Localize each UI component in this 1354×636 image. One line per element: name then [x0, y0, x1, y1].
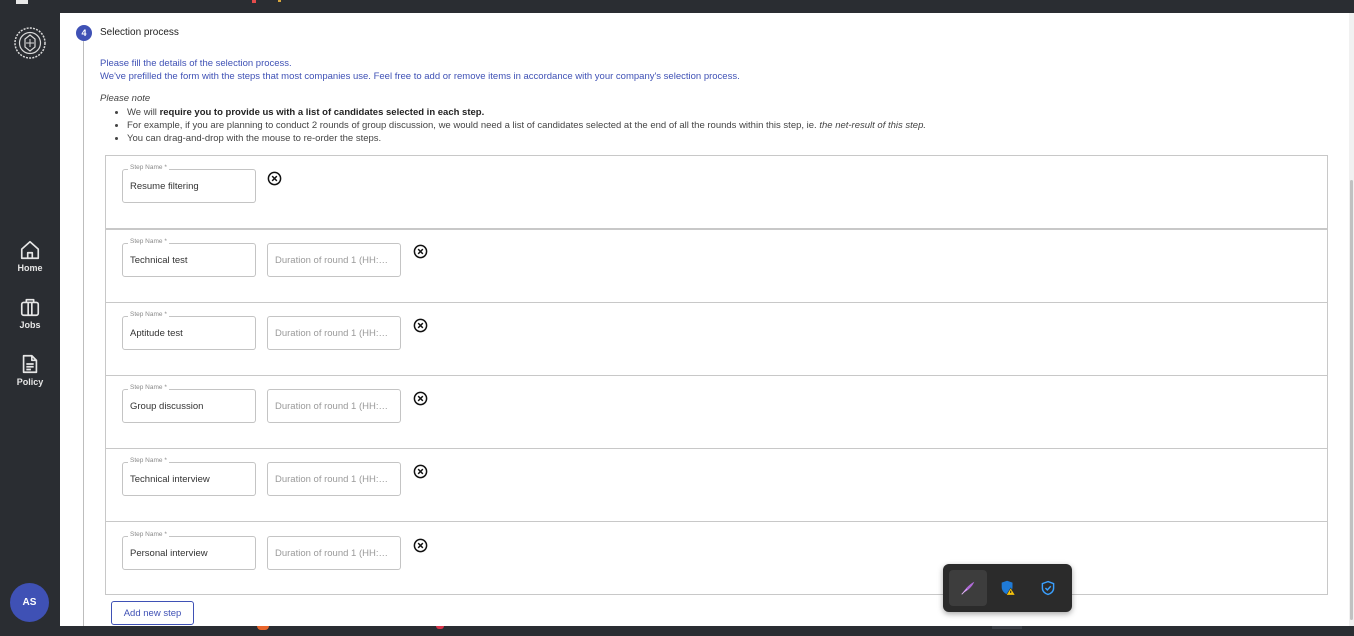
step-name-value: Resume filtering	[130, 181, 199, 192]
remove-step-button[interactable]	[413, 538, 428, 553]
note-text: We will	[127, 107, 160, 118]
avatar[interactable]: AS	[10, 583, 49, 622]
taskbar-app-icon[interactable]	[257, 626, 269, 630]
briefcase-icon	[20, 298, 40, 317]
add-new-step-button[interactable]: Add new step	[111, 601, 194, 625]
sidebar-item-jobs[interactable]: Jobs	[0, 296, 60, 330]
step-name-label: Step Name *	[128, 311, 169, 318]
step-card[interactable]: Step Name * Technical test Duration of r…	[105, 229, 1328, 303]
sidebar: Home Jobs Policy AS	[0, 13, 60, 626]
note-item: For example, if you are planning to cond…	[127, 119, 926, 132]
sidebar-item-label: Policy	[16, 377, 44, 387]
top-bar-accent	[252, 0, 256, 3]
step-card[interactable]: Step Name * Resume filtering	[105, 155, 1328, 229]
step-number-badge: 4	[76, 25, 92, 41]
close-circle-icon	[413, 318, 428, 333]
remove-step-button[interactable]	[413, 464, 428, 479]
document-icon	[22, 354, 38, 374]
note-title: Please note	[100, 93, 151, 104]
step-name-field[interactable]: Step Name * Aptitude test	[122, 311, 256, 350]
sidebar-item-label: Jobs	[19, 320, 41, 330]
taskbar	[0, 626, 1354, 636]
step-card[interactable]: Step Name * Technical interview Duration…	[105, 448, 1328, 522]
intro-line-2: We've prefilled the form with the steps …	[100, 71, 740, 82]
intro-line-1: Please fill the details of the selection…	[100, 58, 292, 69]
section-title: Selection process	[100, 27, 179, 38]
remove-step-button[interactable]	[267, 171, 282, 186]
remove-step-button[interactable]	[413, 318, 428, 333]
institute-seal-logo[interactable]	[13, 26, 47, 60]
quill-icon	[961, 581, 975, 595]
step-name-label: Step Name *	[128, 457, 169, 464]
step-name-field[interactable]: Step Name * Personal interview	[122, 531, 256, 570]
sidebar-item-policy[interactable]: Policy	[0, 353, 60, 387]
duration-placeholder: Duration of round 1 (HH:MM)	[275, 255, 395, 266]
duration-placeholder: Duration of round 1 (HH:MM)	[275, 401, 395, 412]
taskbar-app-icon[interactable]	[436, 626, 444, 629]
shield-warning-extension-button[interactable]	[989, 570, 1027, 606]
step-name-value: Technical interview	[130, 474, 210, 485]
step-card[interactable]: Step Name * Personal interview Duration …	[105, 521, 1328, 595]
close-circle-icon	[267, 171, 282, 186]
note-list: We will require you to provide us with a…	[127, 106, 926, 145]
shield-warning-icon	[1001, 580, 1016, 596]
note-emphasis: the net-result of this step.	[819, 120, 927, 131]
duration-field[interactable]: Duration of round 1 (HH:MM)	[267, 389, 401, 423]
stepper-connector	[83, 41, 84, 626]
duration-placeholder: Duration of round 1 (HH:MM)	[275, 328, 395, 339]
close-circle-icon	[413, 391, 428, 406]
main-content: 4 Selection process Please fill the deta…	[60, 13, 1354, 626]
remove-step-button[interactable]	[413, 244, 428, 259]
note-emphasis: require you to provide us with a list of…	[159, 107, 485, 118]
duration-placeholder: Duration of round 1 (HH:MM)	[275, 474, 395, 485]
duration-placeholder: Duration of round 1 (HH:MM)	[275, 548, 395, 559]
home-icon	[20, 240, 40, 260]
step-card[interactable]: Step Name * Group discussion Duration of…	[105, 375, 1328, 449]
step-name-label: Step Name *	[128, 384, 169, 391]
extension-popup	[943, 564, 1072, 612]
step-name-value: Group discussion	[130, 401, 204, 412]
close-circle-icon	[413, 538, 428, 553]
duration-field[interactable]: Duration of round 1 (HH:MM)	[267, 536, 401, 570]
step-name-value: Aptitude test	[130, 328, 183, 339]
duration-field[interactable]: Duration of round 1 (HH:MM)	[267, 243, 401, 277]
sidebar-item-home[interactable]: Home	[0, 239, 60, 273]
note-text: For example, if you are planning to cond…	[127, 120, 820, 131]
quill-extension-button[interactable]	[949, 570, 987, 606]
step-card[interactable]: Step Name * Aptitude test Duration of ro…	[105, 302, 1328, 376]
shield-check-icon	[1041, 580, 1055, 596]
step-name-field[interactable]: Step Name * Technical interview	[122, 457, 256, 496]
step-name-value: Technical test	[130, 255, 188, 266]
step-name-value: Personal interview	[130, 548, 208, 559]
top-bar-mark	[16, 0, 28, 4]
duration-field[interactable]: Duration of round 1 (HH:MM)	[267, 462, 401, 496]
step-name-label: Step Name *	[128, 531, 169, 538]
close-circle-icon	[413, 464, 428, 479]
step-name-field[interactable]: Step Name * Technical test	[122, 238, 256, 277]
taskbar-app-icon[interactable]	[992, 626, 1022, 629]
close-circle-icon	[413, 244, 428, 259]
step-name-label: Step Name *	[128, 164, 169, 171]
step-name-field[interactable]: Step Name * Resume filtering	[122, 164, 256, 203]
scrollbar-thumb[interactable]	[1350, 180, 1353, 620]
remove-step-button[interactable]	[413, 391, 428, 406]
duration-field[interactable]: Duration of round 1 (HH:MM)	[267, 316, 401, 350]
browser-top-bar	[0, 0, 1354, 13]
step-name-field[interactable]: Step Name * Group discussion	[122, 384, 256, 423]
sidebar-item-label: Home	[17, 263, 43, 273]
note-item: You can drag-and-drop with the mouse to …	[127, 132, 926, 145]
step-name-label: Step Name *	[128, 238, 169, 245]
shield-check-extension-button[interactable]	[1029, 570, 1067, 606]
note-item: We will require you to provide us with a…	[127, 106, 926, 119]
top-bar-accent-dot	[278, 0, 281, 2]
